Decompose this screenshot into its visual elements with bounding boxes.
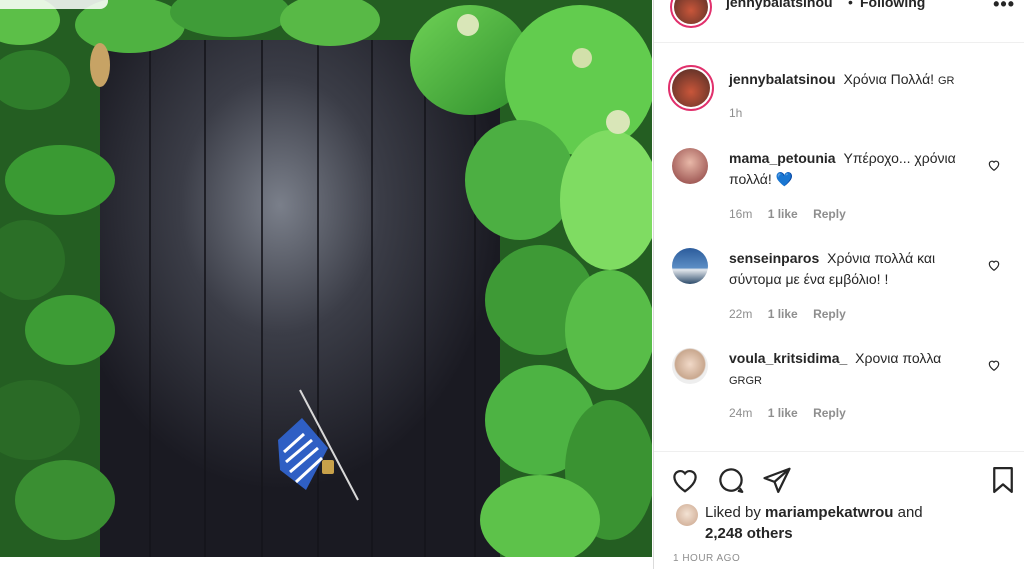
reply-button[interactable]: Reply: [813, 406, 846, 420]
comment-username[interactable]: mama_petounia: [729, 150, 836, 166]
comment-avatar[interactable]: [672, 348, 708, 384]
comment-meta: 24m 1 like Reply: [729, 406, 858, 420]
caption-avatar[interactable]: [668, 65, 714, 111]
post-side-panel: jennybalatsinou • Following ••• jennybal…: [653, 0, 1024, 569]
blue-heart-emoji: 💙: [775, 171, 794, 187]
caption-tag: GR: [937, 75, 955, 87]
post-photo[interactable]: [0, 0, 652, 557]
comment-tag: GRGR: [729, 375, 762, 387]
comment-username[interactable]: senseinparos: [729, 250, 819, 266]
reply-button[interactable]: Reply: [813, 307, 846, 321]
comment-text: senseinparos Χρόνια πολλά και σύντομα με…: [729, 248, 984, 290]
comment-avatar[interactable]: [672, 148, 708, 184]
comment-likes[interactable]: 1 like: [768, 207, 798, 221]
heart-icon[interactable]: [670, 465, 700, 495]
heart-small-icon[interactable]: [987, 158, 1001, 172]
comment-item: voula_kritsidima_ Χρονια πολλα GRGR 24m …: [654, 346, 1024, 430]
comment-likes[interactable]: 1 like: [768, 307, 798, 321]
comment-body: Χρονια πολλα: [855, 350, 942, 366]
heart-small-icon[interactable]: [987, 358, 1001, 372]
following-button[interactable]: Following: [860, 0, 925, 10]
comment-item: mama_petounia Υπέροχο... χρόνια πολλά! 💙…: [654, 146, 1024, 230]
comment-meta: 16m 1 like Reply: [729, 207, 858, 221]
caption-time: 1h: [729, 106, 743, 120]
comment-text: mama_petounia Υπέροχο... χρόνια πολλά! 💙: [729, 148, 984, 190]
caption-text: jennybalatsinou Χρόνια Πολλά! GR: [729, 69, 984, 92]
likes-prefix: Liked by: [705, 504, 761, 521]
likes-user[interactable]: mariampekatwrou: [765, 504, 893, 521]
comment-meta: 22m 1 like Reply: [729, 307, 858, 321]
comment-time: 22m: [729, 307, 753, 321]
comment-username[interactable]: voula_kritsidima_: [729, 350, 847, 366]
heart-small-icon[interactable]: [987, 258, 1001, 272]
photo-door-ivy: [0, 0, 652, 557]
comment-item: senseinparos Χρόνια πολλά και σύντομα με…: [654, 246, 1024, 330]
caption-meta: 1h: [729, 106, 754, 120]
share-icon[interactable]: [762, 465, 792, 495]
comment-icon[interactable]: [716, 465, 746, 495]
header-username[interactable]: jennybalatsinou: [726, 0, 833, 10]
bookmark-icon[interactable]: [988, 465, 1018, 495]
photo-overlay-pill: [0, 0, 108, 9]
caption-body: Χρόνια Πολλά!: [843, 71, 935, 87]
post-actions: Liked by mariampekatwrou and 2,248 other…: [654, 451, 1024, 569]
likes-others[interactable]: 2,248 others: [705, 525, 793, 542]
comment-likes[interactable]: 1 like: [768, 406, 798, 420]
caption-username[interactable]: jennybalatsinou: [729, 71, 836, 87]
liker-avatar[interactable]: [676, 504, 698, 526]
header-separator: •: [848, 0, 853, 10]
likes-conjunction: and: [897, 504, 923, 521]
post-header: jennybalatsinou • Following •••: [654, 0, 1024, 43]
caption-row: jennybalatsinou Χρόνια Πολλά! GR 1h: [654, 63, 1024, 133]
reply-button[interactable]: Reply: [813, 207, 846, 221]
comment-avatar[interactable]: [672, 248, 708, 284]
more-icon[interactable]: •••: [993, 0, 1015, 15]
comment-time: 16m: [729, 207, 753, 221]
likes-summary: Liked by mariampekatwrou and 2,248 other…: [705, 502, 923, 544]
comment-text: voula_kritsidima_ Χρονια πολλα GRGR: [729, 348, 984, 392]
comment-time: 24m: [729, 406, 753, 420]
post-timestamp: 1 HOUR AGO: [673, 553, 741, 564]
author-avatar[interactable]: [670, 0, 712, 28]
